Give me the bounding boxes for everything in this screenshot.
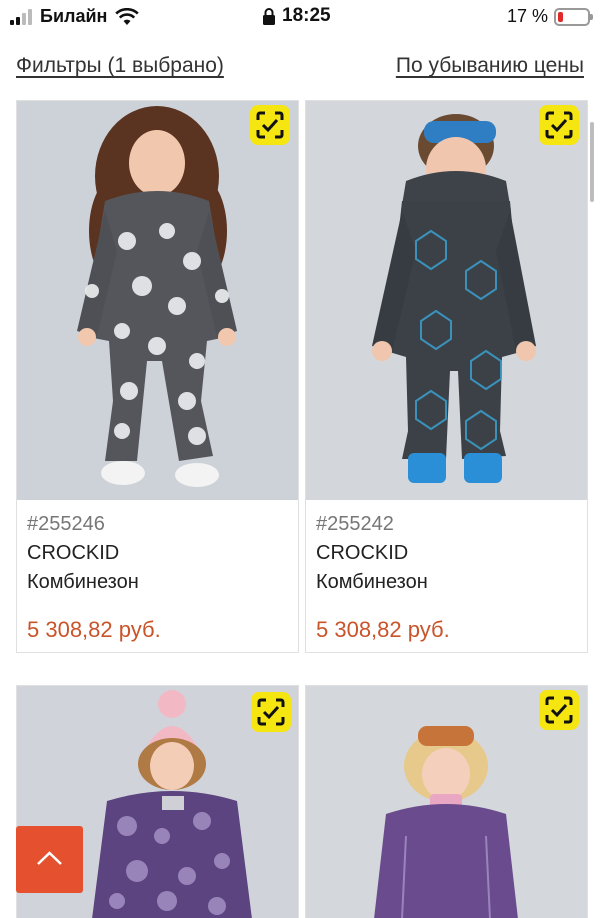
badge-icon — [539, 690, 579, 730]
scan-check-icon — [545, 111, 573, 139]
status-left: Билайн — [10, 6, 140, 27]
product-info: #255242 CROCKID Комбинезон 5 308,82 руб. — [306, 500, 587, 652]
signal-icon — [10, 8, 32, 25]
product-price: 5 308,82 руб. — [316, 617, 450, 642]
product-type[interactable]: Комбинезон — [27, 568, 288, 597]
product-sku: #255242 — [316, 513, 394, 535]
product-brand[interactable]: CROCKID — [316, 539, 577, 568]
product-card[interactable]: #255246 CROCKID Комбинезон 5 308,82 руб. — [16, 100, 299, 653]
filter-bar: Фильтры (1 выбрано) По убыванию цены — [0, 34, 600, 98]
badge-icon — [251, 692, 291, 732]
product-photo — [306, 101, 587, 500]
status-center: 18:25 — [262, 5, 331, 27]
clock: 18:25 — [282, 5, 331, 26]
product-brand[interactable]: CROCKID — [27, 539, 288, 568]
badge-icon — [250, 105, 290, 145]
product-type[interactable]: Комбинезон — [316, 568, 577, 597]
product-card[interactable]: #255242 CROCKID Комбинезон 5 308,82 руб. — [305, 100, 588, 653]
scan-check-icon — [256, 111, 284, 139]
scan-check-icon — [257, 698, 285, 726]
chevron-up-icon — [37, 851, 62, 865]
product-price: 5 308,82 руб. — [27, 617, 161, 642]
sort-link[interactable]: По убыванию цены — [396, 54, 584, 78]
scroll-to-top-button[interactable] — [16, 826, 83, 893]
battery-percent: 17 % — [506, 6, 548, 26]
product-image[interactable] — [306, 101, 587, 500]
scrollbar[interactable] — [590, 122, 594, 202]
badge-icon — [539, 105, 579, 145]
product-card[interactable] — [305, 685, 588, 918]
wifi-icon — [115, 7, 140, 25]
filters-link[interactable]: Фильтры (1 выбрано) — [16, 54, 224, 78]
status-right: 17 % — [506, 6, 593, 27]
product-image[interactable] — [306, 686, 587, 918]
carrier-name: Билайн — [40, 6, 108, 26]
status-bar: Билайн 18:25 17 % — [0, 0, 600, 34]
battery-icon — [554, 7, 593, 26]
battery-fill — [558, 11, 563, 22]
product-image[interactable] — [17, 101, 298, 500]
scan-check-icon — [545, 696, 573, 724]
lock-icon — [263, 7, 275, 25]
product-info: #255246 CROCKID Комбинезон 5 308,82 руб. — [17, 500, 298, 652]
product-photo — [17, 101, 298, 500]
product-sku: #255246 — [27, 513, 105, 535]
